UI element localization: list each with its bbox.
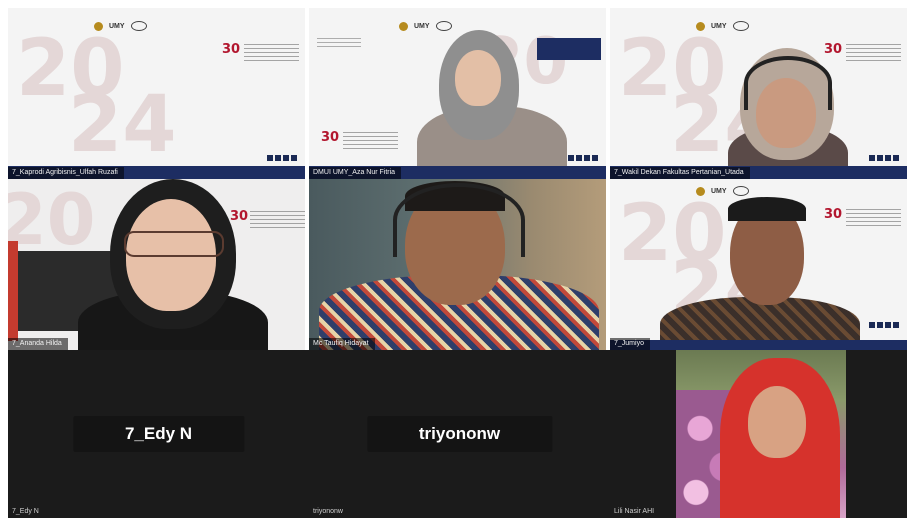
slide-event-text <box>244 44 299 62</box>
headset-icon <box>393 183 525 257</box>
slide-header: UMY <box>399 20 452 32</box>
slide-squares <box>568 155 598 161</box>
participant-tile-6[interactable]: 20 24 UMY 30 7_Jumiyo <box>610 179 907 350</box>
video-gallery: 20 24 UMY 30 7_Kaprodi Agribisnis_Ulfah … <box>0 0 910 521</box>
slide-caption-block <box>317 38 361 50</box>
institution-label: UMY <box>711 187 727 195</box>
partner-logo-icon <box>732 21 749 31</box>
participant-tile-1[interactable]: 20 24 UMY 30 7_Kaprodi Agribisnis_Ulfah … <box>8 8 305 179</box>
university-logo-icon <box>399 21 408 31</box>
participant-tile-2[interactable]: 20 UMY 30 DMUI UMY_Aza Nur Fitria <box>309 8 606 179</box>
university-logo-icon <box>94 21 103 31</box>
anniversary-badge: 30 <box>222 42 241 57</box>
slide-squares <box>869 322 899 328</box>
anniversary-badge: 30 <box>824 207 843 222</box>
hair <box>728 197 806 221</box>
participant-name: DMUI UMY_Aza Nur Fitria <box>309 167 402 179</box>
slide-event-text <box>343 132 398 150</box>
participant-name: 7_Jumiyo <box>610 338 650 350</box>
participant-name: Mc Taufiq Hidayat <box>309 338 375 350</box>
institution-label: UMY <box>109 22 125 30</box>
participant-tile-9[interactable]: Lili Nasir AHI <box>610 350 907 518</box>
institution-label: UMY <box>711 22 727 30</box>
participant-display-name: 7_Edy N <box>72 416 245 452</box>
glasses-icon <box>124 231 224 257</box>
participant-name: 7_Kaprodi Agribisnis_Ulfah Ruzafi <box>8 167 124 179</box>
slide-event-text <box>846 44 901 62</box>
participant-tile-7[interactable]: 7_Edy N 7_Edy N <box>8 350 309 518</box>
participant-name: 7_Edy N <box>12 508 39 515</box>
partner-logo-icon <box>435 21 452 31</box>
participant-name: Lili Nasir AHI <box>614 508 655 515</box>
slide-year-top: 20 <box>8 179 96 261</box>
slide-event-text <box>250 211 305 229</box>
participant-tile-8[interactable]: triyononw triyononw <box>309 350 610 518</box>
participant-tile-4[interactable]: 20 30 7_Ananda Hilda <box>8 179 305 350</box>
slide-header: UMY <box>696 185 749 197</box>
face <box>748 386 806 458</box>
anniversary-badge: 30 <box>230 209 249 224</box>
participant-name: 7_Wakil Dekan Fakultas Pertanian_Utada <box>610 167 750 179</box>
slide-squares <box>267 155 297 161</box>
partner-logo-icon <box>732 186 749 196</box>
participant-display-name: triyononw <box>366 416 553 452</box>
anniversary-badge: 30 <box>824 42 843 57</box>
slide-year-bottom: 24 <box>68 80 177 170</box>
partner-logo-icon <box>130 21 147 31</box>
slide-squares <box>869 155 899 161</box>
participant-tile-5[interactable]: Mc Taufiq Hidayat <box>309 179 606 350</box>
slide-footer-bar <box>610 340 907 350</box>
university-logo-icon <box>696 186 705 196</box>
participant-name: triyononw <box>313 508 343 515</box>
slide-event-text <box>846 209 901 227</box>
face <box>455 50 501 106</box>
red-accent <box>8 241 18 341</box>
university-logo-icon <box>696 21 705 31</box>
participant-video <box>676 350 846 518</box>
participant-tile-3[interactable]: 20 24 UMY 30 7_Wakil Dekan Fakultas Pert… <box>610 8 907 179</box>
slide-header: UMY <box>696 20 749 32</box>
slide-header: UMY <box>94 20 147 32</box>
institution-label: UMY <box>414 22 430 30</box>
slide-agenda-panel <box>537 38 601 60</box>
anniversary-badge: 30 <box>321 130 340 145</box>
participant-name: 7_Ananda Hilda <box>8 338 68 350</box>
headset-icon <box>744 56 832 110</box>
